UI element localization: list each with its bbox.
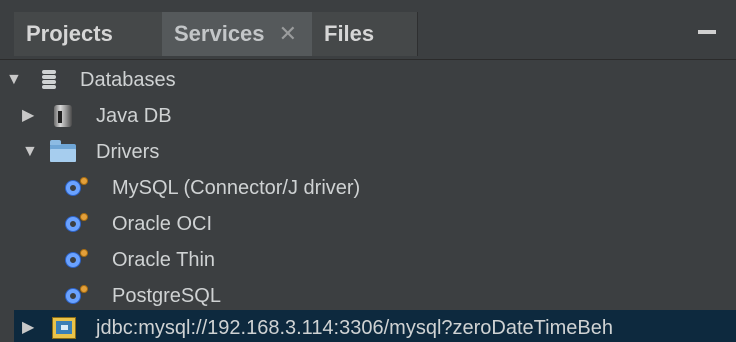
driver-icon <box>64 283 90 309</box>
tree-node-driver-oracle-thin[interactable]: Oracle Thin <box>14 242 736 278</box>
tree-node-driver-oracle-oci[interactable]: Oracle OCI <box>14 206 736 242</box>
tab-files-label: Files <box>324 21 375 46</box>
tree-node-driver-postgresql[interactable]: PostgreSQL <box>14 278 736 314</box>
tree-node-label: Java DB <box>96 105 172 127</box>
connection-icon <box>52 315 78 341</box>
close-icon[interactable]: ✕ <box>279 12 297 56</box>
folder-icon <box>50 139 76 165</box>
tree-node-driver-mysql[interactable]: MySQL (Connector/J driver) <box>14 170 736 206</box>
tab-bar: Projects Services ✕ Files <box>0 0 736 60</box>
tree-node-label: Oracle OCI <box>112 213 213 235</box>
driver-icon <box>64 211 90 237</box>
tab-services-label: Services <box>174 21 265 46</box>
tab-files[interactable]: Files <box>312 12 418 56</box>
tree-node-label: Databases <box>80 69 176 91</box>
expand-toggle-icon[interactable]: ▼ <box>22 143 38 161</box>
tree-node-label: Oracle Thin <box>112 249 216 271</box>
tab-projects-label: Projects <box>26 21 113 46</box>
tab-projects[interactable]: Projects <box>14 12 162 56</box>
tab-services[interactable]: Services ✕ <box>162 12 312 56</box>
tree-node-java-db[interactable]: ▶ Java DB <box>14 98 736 134</box>
minimize-icon[interactable] <box>698 30 716 34</box>
tree-node-databases[interactable]: ▼ Databases <box>6 62 736 98</box>
java-db-icon <box>52 103 78 129</box>
expand-toggle-icon[interactable]: ▶ <box>22 107 36 125</box>
tree-node-label: Drivers <box>96 141 160 163</box>
tree-node-drivers[interactable]: ▼ Drivers <box>14 134 736 170</box>
expand-toggle-icon[interactable]: ▼ <box>6 71 22 89</box>
tree-node-label: MySQL (Connector/J driver) <box>112 177 361 199</box>
tree-node-label: jdbc:mysql://192.168.3.114:3306/mysql?ze… <box>96 317 613 339</box>
tree-node-label: PostgreSQL <box>112 285 221 307</box>
database-icon <box>38 67 64 93</box>
tree-node-connection[interactable]: ▶ jdbc:mysql://192.168.3.114:3306/mysql?… <box>14 310 736 342</box>
driver-icon <box>64 175 90 201</box>
services-window: Projects Services ✕ Files ▼ Databases ▶ … <box>0 0 736 342</box>
services-tree: ▼ Databases ▶ Java DB ▼ Drivers MySQL (C… <box>6 60 736 342</box>
driver-icon <box>64 247 90 273</box>
expand-toggle-icon[interactable]: ▶ <box>22 319 36 337</box>
